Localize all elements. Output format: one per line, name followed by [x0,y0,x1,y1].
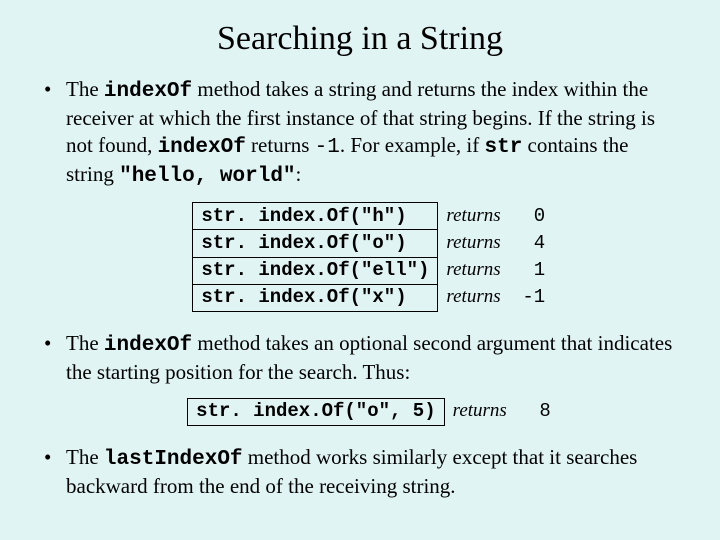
text: returns [246,133,315,157]
example-return: 0 [509,203,553,230]
text: The [66,445,104,469]
returns-label: returns [444,398,515,425]
bullet-list: The indexOf method takes a string and re… [40,76,680,499]
example-call: str. index.Of("o") [193,230,438,257]
example-return: -1 [509,284,553,311]
text: The [66,331,104,355]
code-hello-world: "hello, world" [119,165,295,188]
bullet-1: The indexOf method takes a string and re… [40,76,680,312]
example-return: 8 [515,398,559,425]
example-return: 4 [509,230,553,257]
slide: Searching in a String The indexOf method… [0,0,720,540]
example-table-1: str. index.Of("h") returns 0 str. index.… [192,202,553,312]
code-lastindexof: lastIndexOf [104,448,243,471]
code-str: str [484,136,522,159]
code-minus-one: -1 [315,136,340,159]
example-return: 1 [509,257,553,284]
example-call: str. index.Of("ell") [193,257,438,284]
example-call: str. index.Of("h") [193,203,438,230]
code-indexof: indexOf [158,136,246,159]
example-block-2: str. index.Of("o", 5) returns 8 [187,398,559,426]
text: The [66,77,104,101]
bullet-3: The lastIndexOf method works similarly e… [40,444,680,500]
example-call: str. index.Of("o", 5) [188,398,444,425]
table-row: str. index.Of("h") returns 0 [193,203,553,230]
page-title: Searching in a String [40,20,680,58]
code-indexof: indexOf [104,80,192,103]
code-indexof: indexOf [104,334,192,357]
returns-label: returns [438,284,509,311]
returns-label: returns [438,203,509,230]
table-row: str. index.Of("ell") returns 1 [193,257,553,284]
returns-label: returns [438,257,509,284]
table-row: str. index.Of("x") returns -1 [193,284,553,311]
table-row: str. index.Of("o") returns 4 [193,230,553,257]
returns-label: returns [438,230,509,257]
text: : [296,162,302,186]
example-table-2: str. index.Of("o", 5) returns 8 [187,398,559,426]
text: . For example, if [340,133,485,157]
example-call: str. index.Of("x") [193,284,438,311]
table-row: str. index.Of("o", 5) returns 8 [188,398,559,425]
bullet-2: The indexOf method takes an optional sec… [40,330,680,426]
example-block-1: str. index.Of("h") returns 0 str. index.… [192,202,553,312]
